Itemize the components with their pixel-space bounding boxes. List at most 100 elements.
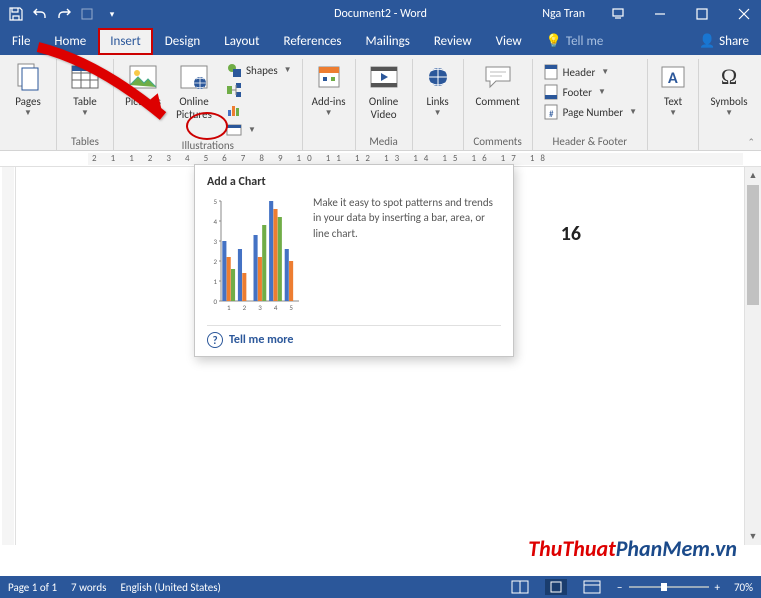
tell-me-more-link[interactable]: ? Tell me more (207, 325, 501, 348)
tab-mailings[interactable]: Mailings (354, 28, 422, 55)
addins-button[interactable]: Add-ins▼ (309, 59, 349, 118)
page-number-button[interactable]: #Page Number▼ (539, 103, 641, 121)
svg-text:A: A (668, 69, 678, 88)
scroll-down-icon[interactable]: ▼ (745, 528, 761, 545)
scroll-thumb[interactable] (747, 185, 759, 305)
ruler-vertical[interactable] (0, 167, 16, 545)
symbols-button[interactable]: Ω Symbols▼ (705, 59, 753, 118)
web-layout-icon[interactable] (581, 579, 603, 595)
tab-tell-me[interactable]: 💡Tell me (534, 28, 616, 55)
print-layout-icon[interactable] (545, 579, 567, 595)
read-mode-icon[interactable] (509, 579, 531, 595)
links-label: Links (427, 95, 449, 108)
text-button[interactable]: A Text▼ (654, 59, 692, 118)
document-title: Document2 - Word (334, 7, 427, 21)
document-text: 16 (561, 222, 581, 246)
header-button[interactable]: Header▼ (539, 63, 641, 81)
shapes-button[interactable]: Shapes▼ (222, 61, 296, 79)
omega-icon: Ω (713, 61, 745, 93)
tab-layout[interactable]: Layout (212, 28, 271, 55)
collapse-ribbon-icon[interactable]: ⌃ (748, 137, 756, 148)
watermark-red: ThuThuat (528, 535, 615, 562)
tab-design[interactable]: Design (153, 28, 212, 55)
qat-more-icon[interactable] (80, 6, 96, 22)
svg-text:1: 1 (227, 303, 231, 312)
footer-icon (543, 84, 559, 100)
tab-references[interactable]: References (272, 28, 354, 55)
status-page[interactable]: Page 1 of 1 (8, 581, 57, 594)
screenshot-icon (226, 122, 242, 138)
online-pictures-button[interactable]: Online Pictures (170, 59, 218, 121)
table-icon (69, 61, 101, 93)
status-bar: Page 1 of 1 7 words English (United Stat… (0, 576, 761, 598)
pages-label: Pages (15, 95, 41, 108)
chevron-down-icon: ▼ (81, 108, 89, 118)
bulb-icon: 💡 (546, 34, 562, 49)
tab-share[interactable]: 👤Share (687, 28, 761, 55)
tab-insert[interactable]: Insert (98, 28, 153, 55)
status-language[interactable]: English (United States) (120, 581, 220, 594)
addins-icon (313, 61, 345, 93)
zoom-level[interactable]: 70% (734, 581, 753, 594)
svg-text:3: 3 (213, 237, 217, 246)
online-video-label: Online Video (362, 95, 406, 121)
tell-me-more-label: Tell me more (229, 333, 293, 347)
video-icon (368, 61, 400, 93)
smartart-button[interactable] (222, 81, 296, 99)
scrollbar-vertical[interactable]: ▲ ▼ (744, 167, 761, 545)
text-label: Text (664, 95, 682, 108)
user-name[interactable]: Nga Tran (542, 7, 585, 21)
comment-icon (482, 61, 514, 93)
screenshot-button[interactable]: ▼ (222, 121, 296, 139)
online-video-button[interactable]: Online Video (362, 59, 406, 121)
symbols-label: Symbols (711, 95, 748, 108)
group-header-footer: Header▼ Footer▼ #Page Number▼ Header & F… (533, 59, 648, 150)
undo-icon[interactable] (32, 6, 48, 22)
ribbon-display-icon[interactable] (601, 0, 635, 28)
pages-button[interactable]: Pages ▼ (6, 59, 50, 118)
chart-button[interactable] (222, 101, 296, 119)
chevron-down-icon: ▼ (24, 108, 32, 118)
share-label: Share (719, 34, 749, 49)
watermark-blue: PhanMem.vn (616, 535, 737, 562)
group-addins: Add-ins▼ (303, 59, 356, 150)
status-words[interactable]: 7 words (71, 581, 106, 594)
group-label-comments: Comments (473, 135, 521, 150)
svg-text:4: 4 (274, 303, 278, 312)
zoom-in-icon[interactable]: + (715, 581, 720, 594)
close-button[interactable] (727, 0, 761, 28)
pictures-button[interactable]: Pictures (120, 59, 166, 108)
tab-review[interactable]: Review (422, 28, 484, 55)
group-pages: Pages ▼ (0, 59, 57, 150)
links-button[interactable]: Links▼ (419, 59, 457, 118)
zoom-slider[interactable]: − + (617, 581, 720, 594)
textbox-icon: A (657, 61, 689, 93)
tab-file[interactable]: File (0, 28, 42, 55)
save-icon[interactable] (8, 6, 24, 22)
table-button[interactable]: Table ▼ (63, 59, 107, 118)
group-tables: Table ▼ Tables (57, 59, 114, 150)
svg-text:#: # (549, 109, 554, 120)
chart-icon (226, 102, 242, 118)
scroll-up-icon[interactable]: ▲ (745, 167, 761, 184)
footer-button[interactable]: Footer▼ (539, 83, 641, 101)
tab-home[interactable]: Home (42, 28, 98, 55)
ribbon-insert: Pages ▼ Table ▼ Tables Pictures Online P… (0, 55, 761, 151)
tab-view[interactable]: View (484, 28, 534, 55)
comment-button[interactable]: Comment (470, 59, 526, 108)
group-media: Online Video Media (356, 59, 413, 150)
qat-dropdown-icon[interactable]: ▾ (104, 6, 120, 22)
tooltip-add-chart: Add a Chart 01234512345 Make it easy to … (194, 164, 514, 357)
maximize-button[interactable] (685, 0, 719, 28)
page-number-icon: # (543, 104, 559, 120)
minimize-button[interactable] (643, 0, 677, 28)
header-icon (543, 64, 559, 80)
addins-label: Add-ins (312, 95, 346, 108)
zoom-out-icon[interactable]: − (617, 581, 622, 594)
footer-label: Footer (563, 86, 592, 99)
group-text: A Text▼ (648, 59, 699, 150)
online-pictures-label: Online Pictures (170, 95, 218, 121)
group-label-headerfooter: Header & Footer (553, 135, 628, 150)
group-label-media: Media (369, 135, 397, 150)
redo-icon[interactable] (56, 6, 72, 22)
